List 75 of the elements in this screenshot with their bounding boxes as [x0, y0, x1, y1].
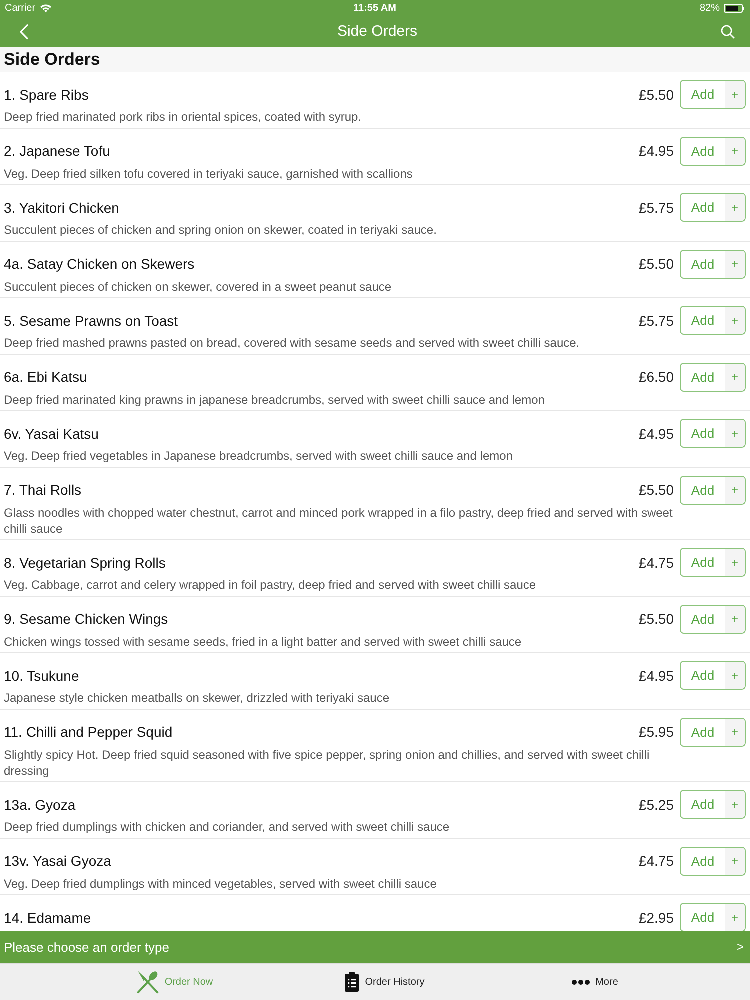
item-description: Veg. Deep fried silken tofu covered in teriyaki sauce, garnished with scallions [4, 166, 414, 182]
item-name: 4a. Satay Chicken on Skewers [4, 256, 196, 272]
item-name: 3. Yakitori Chicken [4, 200, 120, 216]
tab[interactable]: More [490, 964, 700, 1000]
item-name: 11. Chilli and Pepper Squid [4, 724, 174, 740]
clock-time: 11:55 AM [354, 2, 396, 14]
add-button[interactable]: Add + [680, 548, 746, 577]
add-button[interactable]: Add + [680, 80, 746, 109]
add-button[interactable]: Add + [680, 790, 746, 819]
item-price: £4.75 [638, 554, 674, 570]
item-name: 8. Vegetarian Spring Rolls [4, 554, 167, 570]
item-description: Deep fried mashed prawns pasted on bread, covered with sesame seeds and served with sweet chilli sauce. [4, 335, 581, 351]
item-description: Japanese style chicken meatballs on skewer, drizzled with teriyaki sauce [4, 690, 391, 706]
item-price: £4.95 [638, 426, 674, 442]
item-price: £4.95 [638, 143, 674, 159]
item-price: £5.50 [638, 256, 674, 272]
add-button[interactable]: Add + [680, 903, 746, 931]
search-icon[interactable] [721, 24, 735, 38]
item-price: £5.50 [638, 482, 674, 498]
add-button[interactable]: Add + [680, 250, 746, 278]
tab[interactable]: Order Now [70, 964, 280, 1000]
item-price: £5.95 [638, 724, 674, 740]
item-name: 1. Spare Ribs [4, 86, 90, 102]
item-description: Chicken wings tossed with sesame seeds, fried in a light batter and served with sweet chilli sauce [4, 634, 523, 650]
add-button[interactable]: Add + [680, 846, 746, 876]
item-price: £5.75 [638, 312, 674, 328]
add-button[interactable]: Add + [680, 718, 746, 746]
more-icon [572, 980, 590, 984]
add-button[interactable]: Add + [680, 362, 746, 392]
item-name: 10. Tsukune [4, 668, 80, 684]
item-name: 13a. Gyoza [4, 796, 77, 812]
item-description: Slightly spicy Hot. Deep fried squid seasoned with five spice pepper, spring onion and chillies, and served with sweet chilli dressing [4, 746, 651, 778]
section-title: Side Orders [0, 47, 750, 72]
item-name: 6a. Ebi Katsu [4, 369, 88, 385]
item-description: Veg. Cabbage, carrot and celery wrapped in foil pastry, deep fried and served with sweet chilli sauce [4, 577, 538, 593]
add-button[interactable]: Add + [680, 136, 746, 166]
nav-title: Side Orders [337, 23, 418, 40]
item-description: Veg. Deep fried vegetables in Japanese breadcrumbs, served with sweet chilli sauce and lemon [4, 448, 514, 464]
add-button[interactable]: Add + [680, 661, 746, 690]
clipboard-icon [345, 972, 360, 992]
item-name: 14. Edamame [4, 910, 92, 926]
item-name: 6v. Yasai Katsu [4, 426, 100, 442]
item-description: Succulent pieces of chicken and spring onion on skewer, coated in teriyaki sauce. [4, 222, 438, 238]
add-button[interactable]: Add + [680, 476, 746, 504]
battery-icon [724, 4, 745, 12]
item-price: £6.50 [638, 369, 674, 385]
fork-knife-icon [136, 970, 159, 994]
item-description: Glass noodles with chopped water chestnut, carrot and minced pork wrapped in a filo pastry, deep fried and served with sweet chilli sauce [4, 504, 674, 536]
item-price: £5.50 [638, 86, 674, 102]
order-type-bar[interactable]: Please choose an order type > [0, 931, 750, 963]
item-name: 5. Sesame Prawns on Toast [4, 312, 180, 328]
item-description: Deep fried dumplings with chicken and coriander, and served with sweet chilli sauce [4, 819, 451, 835]
item-price: £5.25 [638, 796, 674, 812]
add-button[interactable]: Add + [680, 193, 746, 222]
battery-percent: 82% [700, 2, 720, 14]
carrier-label: Carrier [5, 2, 36, 14]
item-description: Deep fried marinated pork ribs in oriental spices, coated with syrup. [4, 109, 363, 125]
item-name: 2. Japanese Tofu [4, 143, 112, 159]
item-price: £4.95 [638, 668, 674, 684]
item-description: Succulent pieces of chicken on skewer, covered in a sweet peanut sauce [4, 278, 393, 294]
item-name: 7. Thai Rolls [4, 482, 83, 498]
wifi-icon [40, 4, 52, 12]
item-description: Veg. Deep fried dumplings with minced vegetables, served with sweet chilli sauce [4, 876, 438, 892]
item-name: 9. Sesame Chicken Wings [4, 611, 170, 627]
item-name: 13v. Yasai Gyoza [4, 853, 112, 869]
add-button[interactable]: Add + [680, 604, 746, 634]
add-button[interactable]: Add + [680, 306, 746, 335]
item-price: £2.95 [638, 910, 674, 926]
item-description: Deep fried marinated king prawns in japanese breadcrumbs, served with sweet chilli sauce and lemon [4, 392, 546, 408]
item-price: £4.75 [638, 853, 674, 869]
item-price: £5.75 [638, 200, 674, 216]
back-icon[interactable] [20, 24, 29, 40]
item-price: £5.50 [638, 611, 674, 627]
add-button[interactable]: Add + [680, 419, 746, 448]
tab[interactable]: Order History [280, 964, 490, 1000]
